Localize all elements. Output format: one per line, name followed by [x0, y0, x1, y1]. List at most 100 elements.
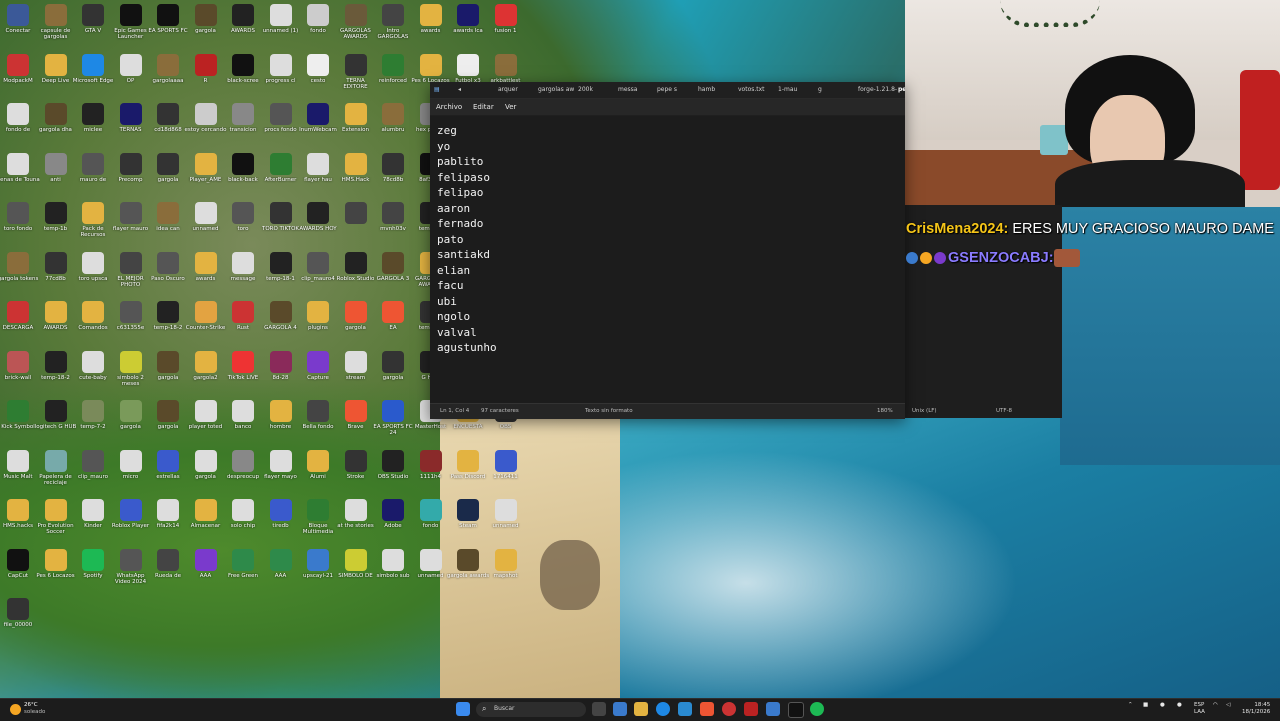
- desktop-shortcut[interactable]: HMS.Hack: [338, 151, 374, 197]
- desktop-shortcut[interactable]: brick-wall: [0, 349, 36, 395]
- desktop-shortcut[interactable]: GTA V: [75, 2, 111, 48]
- desktop-shortcut[interactable]: plugins: [300, 299, 336, 345]
- desktop-shortcut[interactable]: 1716411: [488, 448, 524, 494]
- notepad-tab[interactable]: pepe s: [657, 84, 679, 96]
- notepad-tab[interactable]: forge-1.21.8-: [858, 84, 898, 96]
- notepad-tab[interactable]: arquer: [498, 84, 524, 96]
- desktop-shortcut[interactable]: capsule de gargolas: [38, 2, 74, 48]
- desktop-shortcut[interactable]: Spotify: [75, 547, 111, 593]
- desktop-shortcut[interactable]: idea can: [150, 200, 186, 246]
- app-icon[interactable]: [744, 702, 758, 716]
- desktop-shortcut[interactable]: gargola: [150, 151, 186, 197]
- desktop-shortcut[interactable]: ModpackM: [0, 52, 36, 98]
- desktop-shortcut[interactable]: micro: [113, 448, 149, 494]
- desktop-shortcut[interactable]: Cenas de Touna: [0, 151, 40, 197]
- notepad-tab[interactable]: gargolas aw: [538, 84, 578, 96]
- desktop-shortcut[interactable]: Pack de Recursos: [75, 200, 111, 246]
- desktop-shortcut[interactable]: DESCARGA: [0, 299, 36, 345]
- tray-app-icon[interactable]: ●: [1160, 702, 1165, 709]
- desktop-shortcut[interactable]: AfterBurner: [263, 151, 299, 197]
- volume-icon[interactable]: ◁: [1226, 702, 1230, 709]
- desktop-shortcut[interactable]: flayer hau: [300, 151, 336, 197]
- desktop-shortcut[interactable]: AAA: [188, 547, 224, 593]
- desktop-shortcut[interactable]: procs fondo: [263, 101, 299, 147]
- desktop-shortcut[interactable]: HMS.hacks: [0, 497, 36, 543]
- desktop-shortcut[interactable]: solo chip: [225, 497, 261, 543]
- desktop-shortcut[interactable]: GARGOLAS AWARDS: [338, 2, 374, 48]
- desktop-shortcut[interactable]: gargola: [113, 398, 149, 444]
- desktop-shortcut[interactable]: simbolo 2 meses: [113, 349, 149, 395]
- desktop-shortcut[interactable]: transicion: [225, 101, 261, 147]
- zoom-level[interactable]: 180%: [877, 406, 893, 416]
- desktop-shortcut[interactable]: EA SPORTS FC: [148, 2, 188, 48]
- desktop-shortcut[interactable]: WhatsApp Video 2024: [113, 547, 149, 593]
- line-ending[interactable]: Unix (LF): [912, 406, 937, 416]
- desktop-shortcut[interactable]: gargola dha: [38, 101, 74, 147]
- desktop-shortcut[interactable]: temp-7-2: [75, 398, 111, 444]
- desktop-shortcut[interactable]: fusion 1: [488, 2, 524, 48]
- weather-widget[interactable]: 26°C soleado: [10, 701, 70, 719]
- desktop-shortcut[interactable]: TORO TIKTOK: [262, 200, 299, 246]
- notepad-window[interactable]: ▤ ◂ arquer gargolas aw 200k messa pepe s…: [430, 82, 1012, 419]
- desktop-shortcut[interactable]: fondo: [413, 497, 449, 543]
- tray-app-icon[interactable]: ■: [1143, 702, 1148, 709]
- desktop-shortcut[interactable]: upscayl-21: [300, 547, 336, 593]
- desktop-shortcut[interactable]: miclee: [75, 101, 111, 147]
- menu-archivo[interactable]: Archivo: [436, 101, 462, 113]
- notepad-tab[interactable]: votos.txt: [738, 84, 768, 96]
- desktop-shortcut[interactable]: Adobe: [375, 497, 411, 543]
- desktop-shortcut[interactable]: CapCut: [0, 547, 36, 593]
- store-icon[interactable]: [678, 702, 692, 716]
- desktop-shortcut[interactable]: Capture: [300, 349, 336, 395]
- desktop-shortcut[interactable]: Precomp: [113, 151, 149, 197]
- notepad-tab[interactable]: messa: [618, 84, 640, 96]
- desktop-shortcut[interactable]: Free Green: [225, 547, 261, 593]
- desktop-shortcut[interactable]: hombre: [263, 398, 299, 444]
- desktop-shortcut[interactable]: unnamed: [188, 200, 224, 246]
- desktop-shortcut[interactable]: mvnh03v: [375, 200, 411, 246]
- desktop-shortcut[interactable]: OP: [113, 52, 149, 98]
- desktop-shortcut[interactable]: Extension: [338, 101, 374, 147]
- desktop-shortcut[interactable]: cute-baby: [75, 349, 111, 395]
- desktop-shortcut[interactable]: tiredb: [263, 497, 299, 543]
- desktop-shortcut[interactable]: Deep Live: [38, 52, 74, 98]
- desktop-shortcut[interactable]: black-scree: [225, 52, 261, 98]
- desktop-shortcut[interactable]: mauro de: [75, 151, 111, 197]
- desktop-shortcut[interactable]: Kick Symbol: [0, 398, 36, 444]
- desktop-shortcut[interactable]: estrellas: [150, 448, 186, 494]
- desktop-shortcut[interactable]: flayer mayo: [263, 448, 299, 494]
- desktop-shortcut[interactable]: TERNA EDITORE: [338, 52, 374, 98]
- desktop-shortcut[interactable]: awards lca: [450, 2, 486, 48]
- desktop-shortcut[interactable]: EA: [375, 299, 411, 345]
- desktop-shortcut[interactable]: awards: [188, 250, 224, 296]
- notepad-tab[interactable]: g: [818, 84, 828, 96]
- desktop-shortcut[interactable]: AAA: [263, 547, 299, 593]
- desktop-shortcut[interactable]: TikTok LIVE: [225, 349, 261, 395]
- desktop-shortcut[interactable]: gargola2: [188, 349, 224, 395]
- desktop-shortcut[interactable]: anti: [38, 151, 74, 197]
- desktop-shortcut[interactable]: player toted: [188, 398, 224, 444]
- desktop-shortcut[interactable]: Comandos: [75, 299, 111, 345]
- desktop-shortcut[interactable]: gargola: [150, 398, 186, 444]
- desktop-shortcut[interactable]: despreocup: [225, 448, 261, 494]
- desktop-shortcut[interactable]: Steam: [450, 497, 486, 543]
- desktop-shortcut[interactable]: stream: [338, 349, 374, 395]
- desktop-shortcut[interactable]: gargola awards: [447, 547, 489, 593]
- desktop-shortcut[interactable]: AWARDS: [225, 2, 261, 48]
- desktop-shortcut[interactable]: R: [188, 52, 224, 98]
- wifi-icon[interactable]: ◠: [1213, 702, 1218, 709]
- desktop-shortcut[interactable]: unnamed: [488, 497, 524, 543]
- desktop-shortcut[interactable]: Kinder: [75, 497, 111, 543]
- desktop-shortcut[interactable]: Brave: [338, 398, 374, 444]
- desktop-shortcut[interactable]: SIMBOLO DE: [338, 547, 374, 593]
- desktop-shortcut[interactable]: Music Malt: [0, 448, 36, 494]
- desktop-shortcut[interactable]: gargola: [375, 349, 411, 395]
- desktop-shortcut[interactable]: Bloque Multimedia: [300, 497, 336, 543]
- capcut-icon[interactable]: [788, 702, 804, 718]
- desktop-shortcut[interactable]: 1111h4: [413, 448, 449, 494]
- desktop-shortcut[interactable]: Counter-Strike: [186, 299, 225, 345]
- spotify-icon[interactable]: [810, 702, 824, 716]
- desktop-shortcut[interactable]: flayer mauro: [113, 200, 149, 246]
- desktop-shortcut[interactable]: alumbru: [375, 101, 411, 147]
- desktop-shortcut[interactable]: gargola: [188, 2, 224, 48]
